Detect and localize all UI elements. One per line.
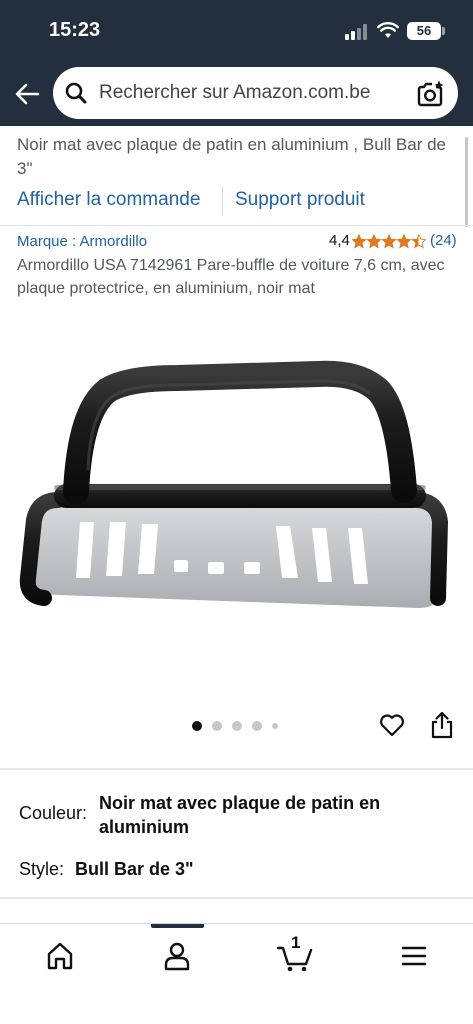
rating-stars-icon <box>352 234 426 249</box>
status-bar: 15:23 56 <box>0 0 473 62</box>
home-icon[interactable] <box>40 939 80 973</box>
cart-count-badge: 1 <box>291 933 301 952</box>
search-input[interactable] <box>99 77 399 109</box>
carousel-dot[interactable] <box>232 721 242 731</box>
bottom-nav: 1 <box>0 923 473 1024</box>
battery-icon: 56 <box>407 22 441 40</box>
account-icon[interactable] <box>157 939 197 973</box>
order-item-title: Noir mat avec plaque de patin en alumini… <box>17 135 447 178</box>
active-tab-indicator <box>151 924 204 928</box>
search-icon <box>65 82 87 104</box>
divider <box>0 225 473 226</box>
product-title: Armordillo USA 7142961 Pare-buffle de vo… <box>17 257 445 297</box>
product-image[interactable] <box>18 350 458 620</box>
search-header <box>0 62 473 126</box>
carousel-dot[interactable] <box>212 721 222 731</box>
color-value[interactable]: Noir mat avec plaque de patin en alumini… <box>99 791 429 839</box>
back-arrow-icon[interactable] <box>12 78 44 110</box>
order-links: Afficher la commande Support produit <box>0 186 473 216</box>
style-value[interactable]: Bull Bar de 3" <box>75 859 194 880</box>
signal-icon <box>345 24 369 40</box>
style-label: Style: <box>19 859 65 879</box>
color-label: Couleur: <box>19 803 88 823</box>
rating-value: 4,4 <box>329 232 350 249</box>
divider <box>0 897 473 899</box>
view-order-link[interactable]: Afficher la commande <box>17 189 200 211</box>
divider <box>0 768 473 770</box>
share-icon[interactable] <box>428 710 456 740</box>
camera-search-icon[interactable] <box>415 79 445 109</box>
brand-link[interactable]: Marque : Armordillo <box>17 233 147 250</box>
wifi-icon <box>377 22 399 38</box>
product-support-link[interactable]: Support produit <box>235 189 365 211</box>
search-box[interactable] <box>53 67 458 119</box>
image-carousel-dots <box>192 720 292 732</box>
link-divider <box>222 186 223 216</box>
battery-tip <box>442 27 445 35</box>
rating-count: (24) <box>430 232 457 249</box>
status-time: 15:23 <box>49 19 101 41</box>
menu-icon[interactable] <box>394 939 434 973</box>
carousel-dot[interactable] <box>272 723 278 729</box>
heart-icon[interactable] <box>378 711 406 739</box>
carousel-dot[interactable] <box>252 721 262 731</box>
carousel-dot[interactable] <box>192 721 202 731</box>
